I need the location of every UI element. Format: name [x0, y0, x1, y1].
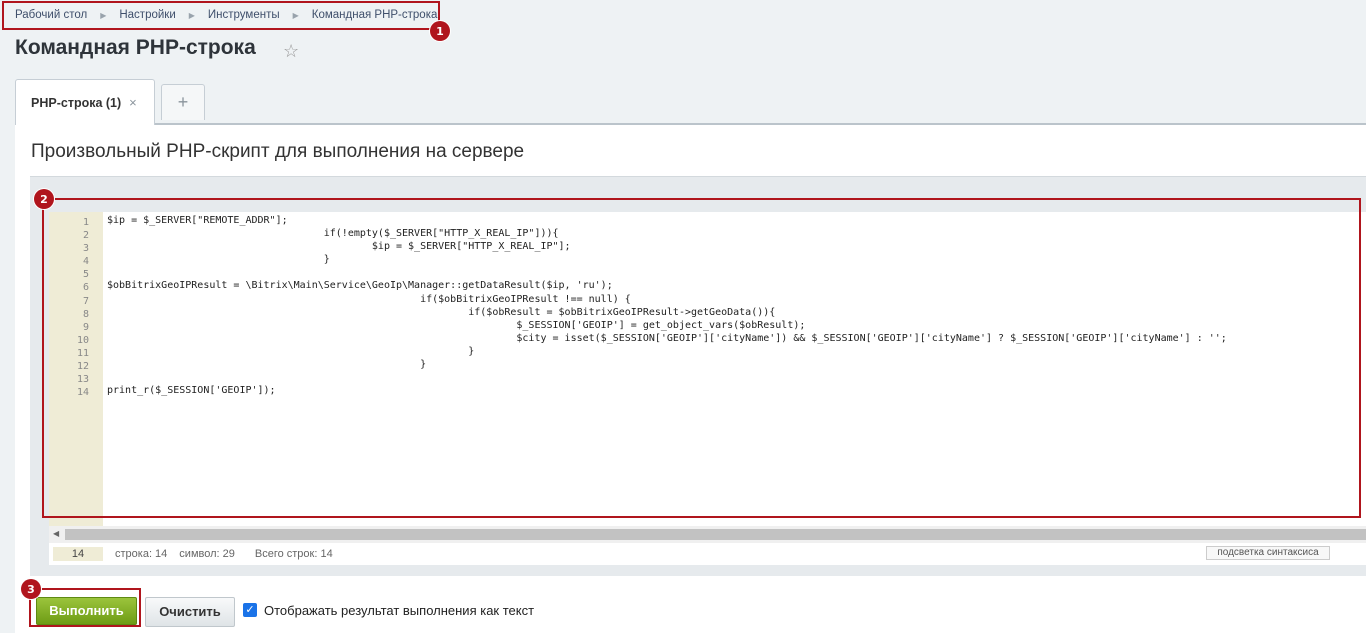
star-icon[interactable]: ☆: [283, 41, 299, 62]
section-title: Произвольный PHP-скрипт для выполнения н…: [31, 141, 525, 162]
arrow-left-icon[interactable]: ◀: [53, 529, 59, 538]
close-icon[interactable]: ×: [129, 95, 137, 110]
current-line-number: 14: [53, 547, 103, 561]
status-total-lines: Всего строк: 14: [254, 548, 333, 560]
annotation-badge-3: 3: [21, 579, 41, 599]
show-as-text-checkbox[interactable]: ✓: [243, 603, 257, 617]
highlight-box-run-button: [29, 588, 141, 627]
clear-button[interactable]: Очистить: [145, 597, 235, 627]
horizontal-scrollbar[interactable]: ◀: [49, 526, 1366, 543]
tab-label: PHP-строка (1): [31, 95, 122, 110]
annotation-badge-2: 2: [34, 189, 54, 209]
highlight-box-breadcrumb: [2, 1, 440, 30]
show-as-text-label[interactable]: Отображать результат выполнения как текс…: [264, 603, 534, 618]
scrollbar-thumb[interactable]: [65, 529, 1366, 540]
status-char: символ: 29: [179, 548, 235, 560]
add-tab-button[interactable]: +: [161, 84, 205, 120]
tab-php-console[interactable]: PHP-строка (1) ×: [15, 79, 155, 125]
highlight-box-editor: [42, 198, 1361, 518]
editor-statusbar: 14 строка: 14 символ: 29 Всего строк: 14: [49, 543, 1366, 565]
annotation-badge-1: 1: [430, 21, 450, 41]
status-line: строка: 14: [115, 548, 168, 560]
syntax-highlight-toggle[interactable]: подсветка синтаксиса: [1206, 546, 1330, 560]
page-title: Командная PHP-строка: [15, 36, 256, 59]
